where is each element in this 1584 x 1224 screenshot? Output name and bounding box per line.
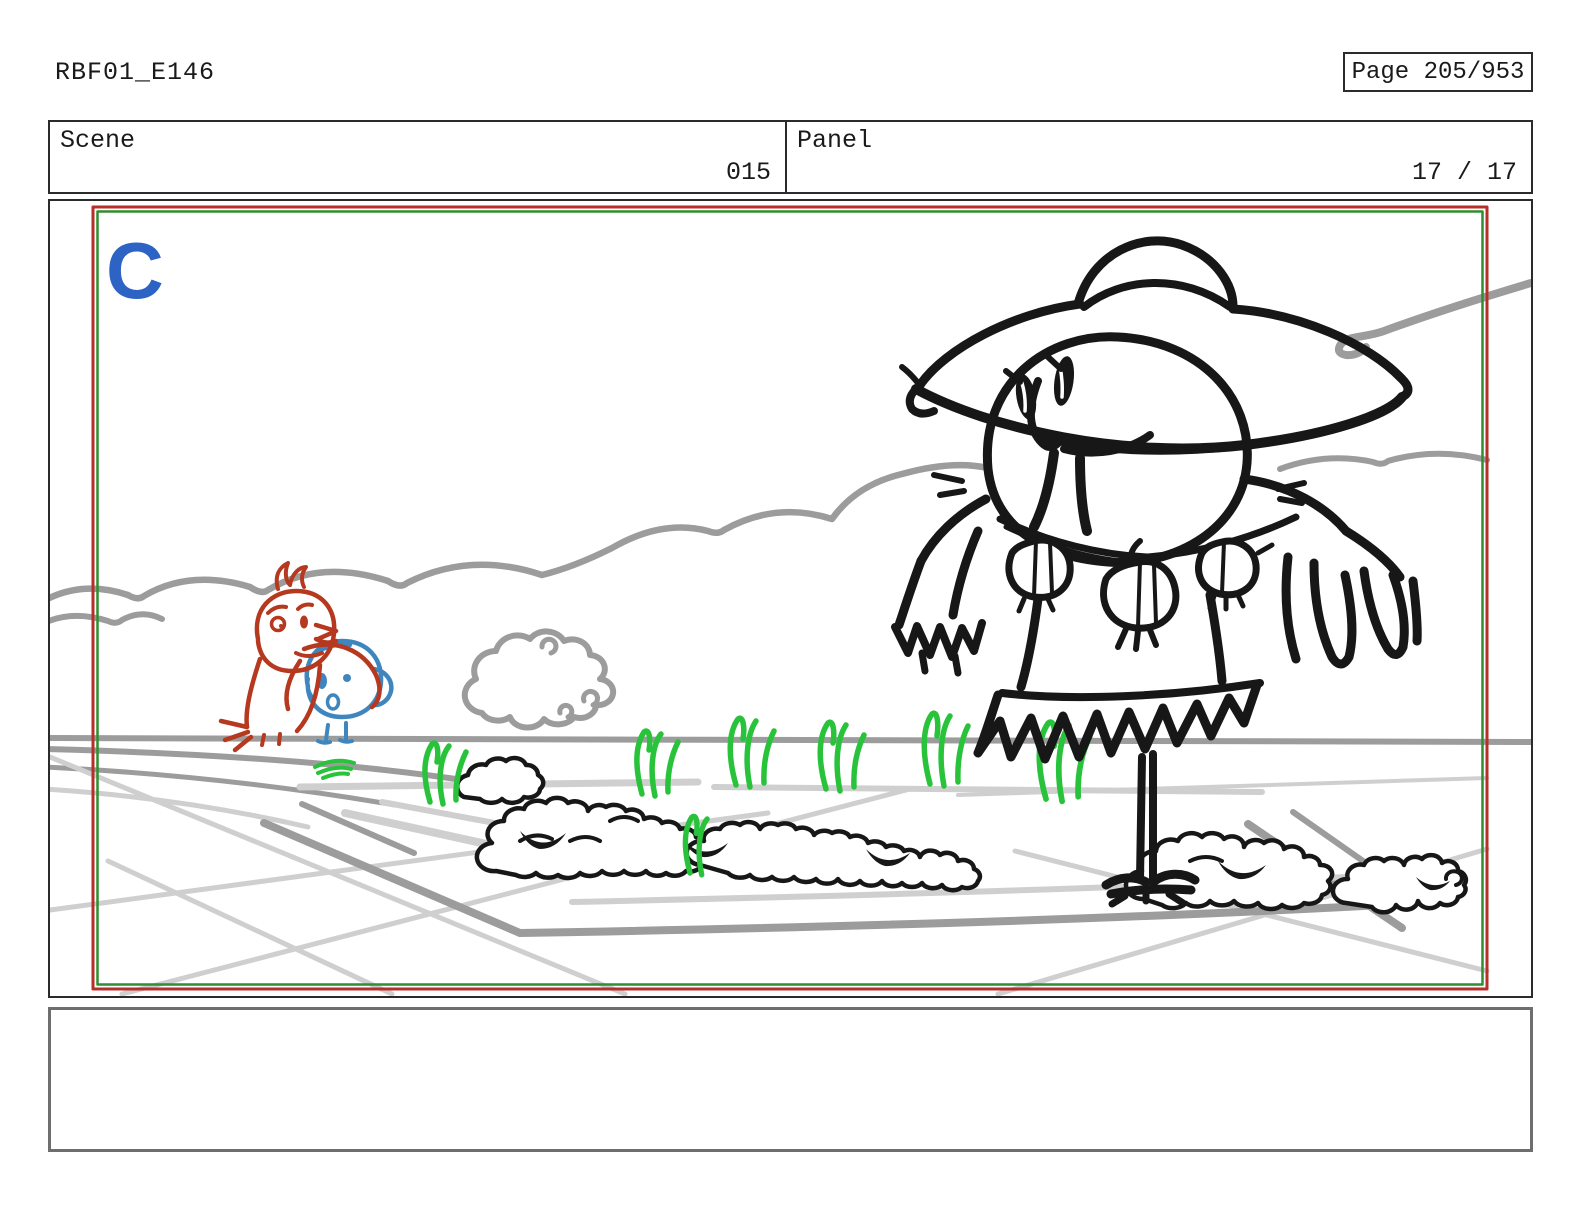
scene-value: 015 xyxy=(725,158,771,187)
cloud-line-sketch xyxy=(50,279,1531,626)
panel-label: Panel xyxy=(797,126,873,155)
info-table: Scene 015 Panel 17 / 17 xyxy=(48,120,1533,194)
board-id-text: RBF01_E146 xyxy=(55,58,216,87)
bird-red-sketch xyxy=(218,561,382,753)
storyboard-panel: C xyxy=(48,199,1533,998)
scene-label: Scene xyxy=(60,126,136,155)
page-number-box: Page 205/953 xyxy=(1343,52,1533,92)
scene-cell: Scene 015 xyxy=(50,122,787,192)
bush-cloud-sketch xyxy=(461,628,617,731)
panel-cell: Panel 17 / 17 xyxy=(787,122,1531,192)
storyboard-sketch: C xyxy=(50,205,1531,996)
page-number-label: Page 205/953 xyxy=(1351,58,1525,86)
notes-box xyxy=(48,1007,1533,1152)
camera-label: C xyxy=(106,226,164,315)
panel-value: 17 / 17 xyxy=(1411,158,1517,187)
horizon-line xyxy=(50,735,1531,745)
scarecrow-sketch xyxy=(891,236,1422,908)
